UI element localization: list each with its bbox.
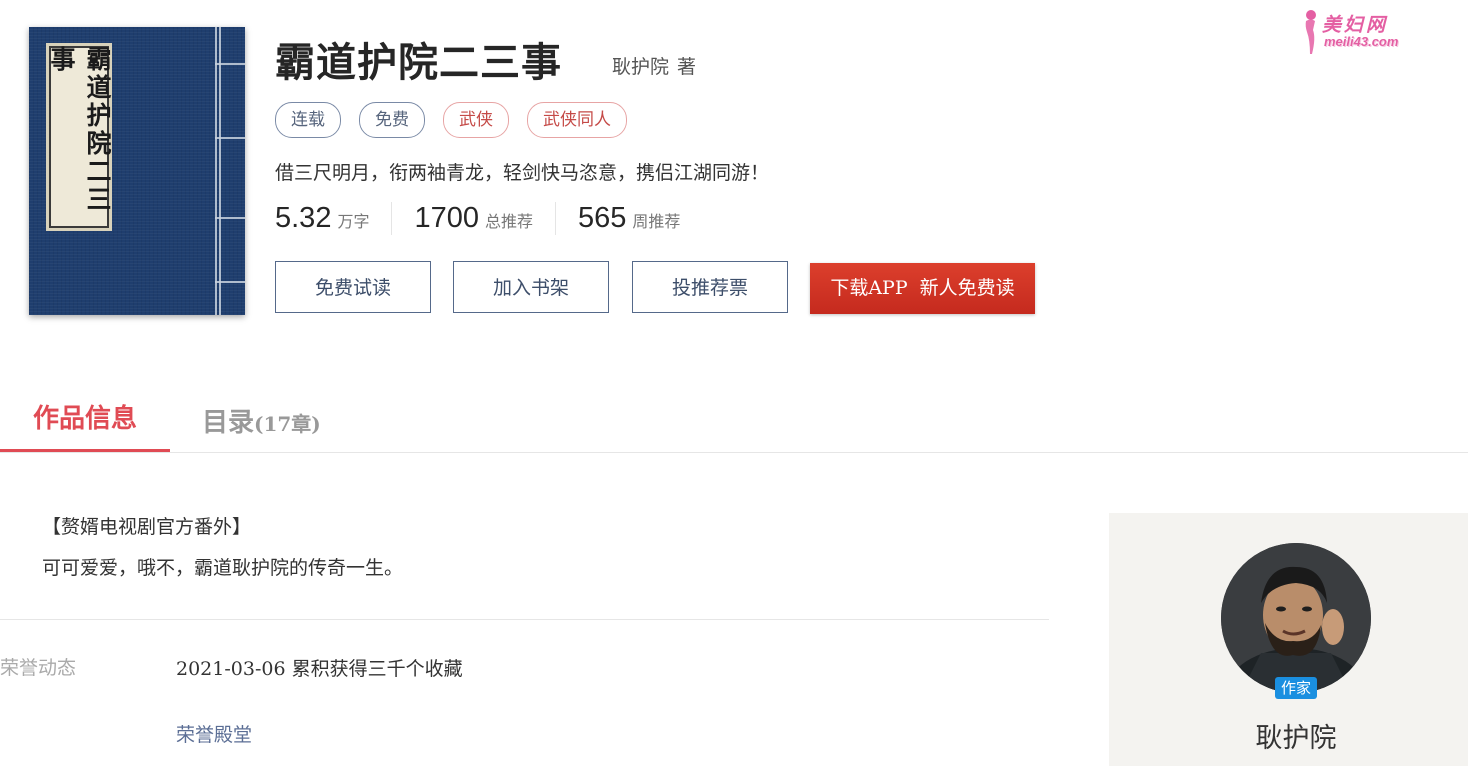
book-author: 耿护院著 xyxy=(612,52,696,79)
section-divider xyxy=(0,619,1049,620)
cover-binding-line xyxy=(215,27,217,315)
description-line: 【赘婿电视剧官方番外】 xyxy=(42,516,252,538)
tag-wuxia[interactable]: 武侠 xyxy=(443,102,509,138)
tag-free: 免费 xyxy=(359,102,425,138)
author-card-name[interactable]: 耿护院 xyxy=(1109,716,1468,755)
cover-stitch xyxy=(215,63,245,65)
book-intro: 借三尺明月，衔两袖青龙，轻剑快马恣意，携侣江湖同游！ xyxy=(275,162,770,184)
honor-hall-link[interactable]: 荣誉殿堂 xyxy=(176,720,252,747)
cover-stitch xyxy=(215,137,245,139)
tab-work-info[interactable]: 作品信息 xyxy=(0,398,170,453)
author-avatar[interactable] xyxy=(1221,543,1371,693)
tag-serializing: 连载 xyxy=(275,102,341,138)
vote-recommend-button[interactable]: 投推荐票 xyxy=(632,261,788,313)
cover-title-label: 霸道护院二三事 xyxy=(46,43,112,231)
avatar-image xyxy=(1221,543,1371,693)
tab-divider xyxy=(0,452,1468,453)
tab-work-info-label: 作品信息 xyxy=(32,404,137,434)
lady-silhouette-icon xyxy=(1305,10,1316,54)
author-badge: 作家 xyxy=(1275,677,1317,699)
tag-wuxia-fanfic[interactable]: 武侠同人 xyxy=(527,102,627,138)
download-app-button[interactable]: 下载APP 新人免费读 xyxy=(810,263,1035,314)
stat-value: 565 xyxy=(578,202,627,234)
stat-word-count: 5.32 万字 xyxy=(275,202,391,235)
add-to-shelf-button[interactable]: 加入书架 xyxy=(453,261,609,313)
tab-toc-label: 目录 xyxy=(202,408,255,438)
cover-stitch xyxy=(215,217,245,219)
cover-stitch xyxy=(215,281,245,283)
honors-label: 荣誉动态 xyxy=(0,657,77,679)
site-logo[interactable]: 美妇网 meili43.com xyxy=(1300,8,1420,56)
tab-toc-count: (17章) xyxy=(254,412,321,436)
honor-item: 2021-03-06 累积获得三千个收藏 xyxy=(176,658,463,680)
book-title: 霸道护院二三事 xyxy=(275,40,562,86)
stat-unit: 周推荐 xyxy=(632,212,681,231)
stat-unit: 总推荐 xyxy=(484,212,533,231)
cover-title-text: 霸道护院二三事 xyxy=(47,46,112,214)
author-suffix: 著 xyxy=(677,56,697,78)
book-cover[interactable]: 霸道护院二三事 xyxy=(29,27,245,315)
book-tags: 连载 免费 武侠 武侠同人 xyxy=(275,102,627,138)
stat-total-recommend: 1700 总推荐 xyxy=(391,202,555,235)
logo-name: 美妇网 xyxy=(1322,14,1389,36)
cover-binding-line xyxy=(219,27,221,315)
tab-table-of-contents[interactable]: 目录(17章) xyxy=(202,402,321,439)
logo-url: meili43.com xyxy=(1324,34,1399,49)
book-stats: 5.32 万字 1700 总推荐 565 周推荐 xyxy=(275,202,702,235)
read-free-button[interactable]: 免费试读 xyxy=(275,261,431,313)
stat-value: 1700 xyxy=(414,202,479,234)
description-line: 可可爱爱，哦不，霸道耿护院的传奇一生。 xyxy=(42,557,404,579)
stat-value: 5.32 xyxy=(275,202,332,234)
stat-unit: 万字 xyxy=(337,212,370,231)
author-link[interactable]: 耿护院 xyxy=(612,56,669,78)
stat-weekly-recommend: 565 周推荐 xyxy=(555,202,702,235)
